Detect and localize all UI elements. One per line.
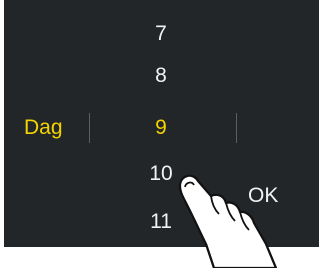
tap-hand-icon bbox=[178, 174, 278, 268]
